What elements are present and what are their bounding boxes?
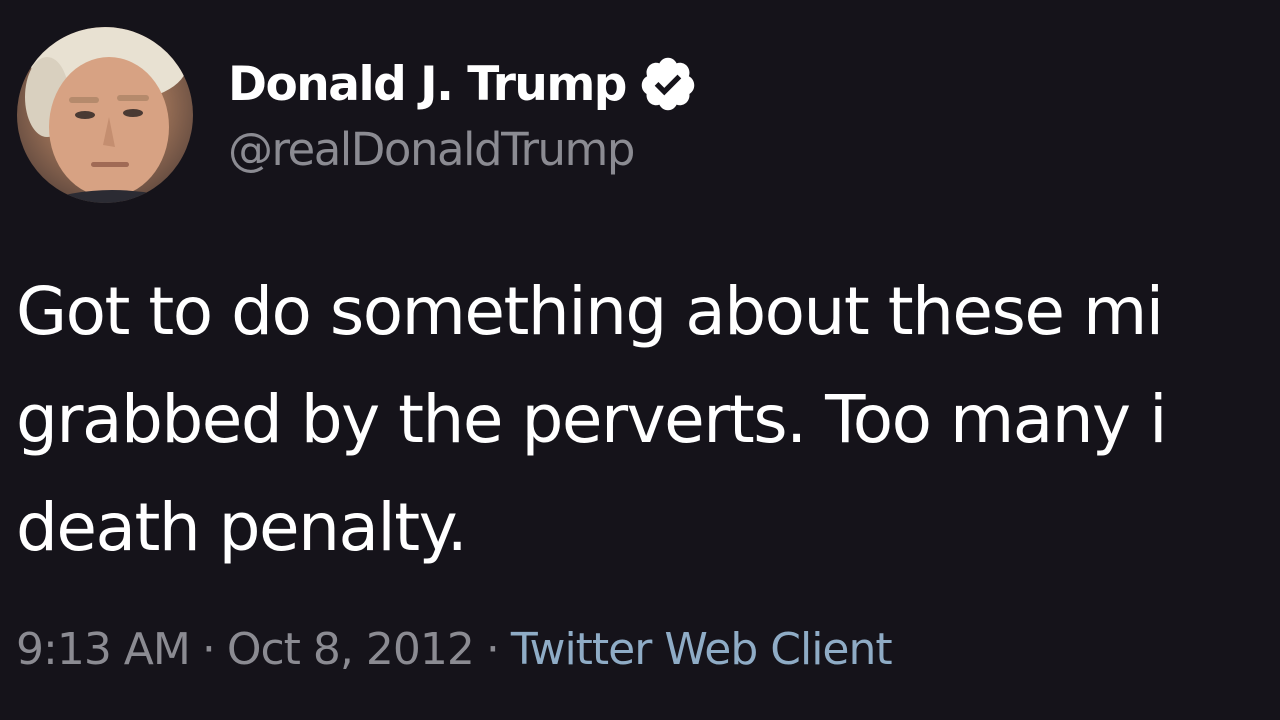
tweet-text-line: grabbed by the perverts. Too many i <box>16 381 1167 458</box>
user-handle[interactable]: @realDonaldTrump <box>228 123 635 176</box>
verified-badge-icon <box>641 57 695 111</box>
meta-separator: · <box>201 624 216 675</box>
tweet-date[interactable]: Oct 8, 2012 <box>227 624 475 675</box>
tweet-time[interactable]: 9:13 AM <box>16 624 191 675</box>
meta-separator: · <box>485 624 500 675</box>
tweet-metadata: 9:13 AM · Oct 8, 2012 · Twitter Web Client <box>16 624 893 675</box>
tweet-text: Got to do something about these mi grabb… <box>16 258 1280 582</box>
tweet-card: Donald J. Trump @realDonaldTrump Got to … <box>0 0 1280 720</box>
tweet-text-line: Got to do something about these mi <box>16 273 1164 350</box>
tweet-source-link[interactable]: Twitter Web Client <box>511 624 893 675</box>
display-name[interactable]: Donald J. Trump <box>228 57 627 112</box>
avatar[interactable] <box>17 27 193 203</box>
display-name-row: Donald J. Trump <box>228 52 698 116</box>
tweet-text-line: death penalty. <box>16 489 468 566</box>
avatar-portrait <box>25 27 193 203</box>
